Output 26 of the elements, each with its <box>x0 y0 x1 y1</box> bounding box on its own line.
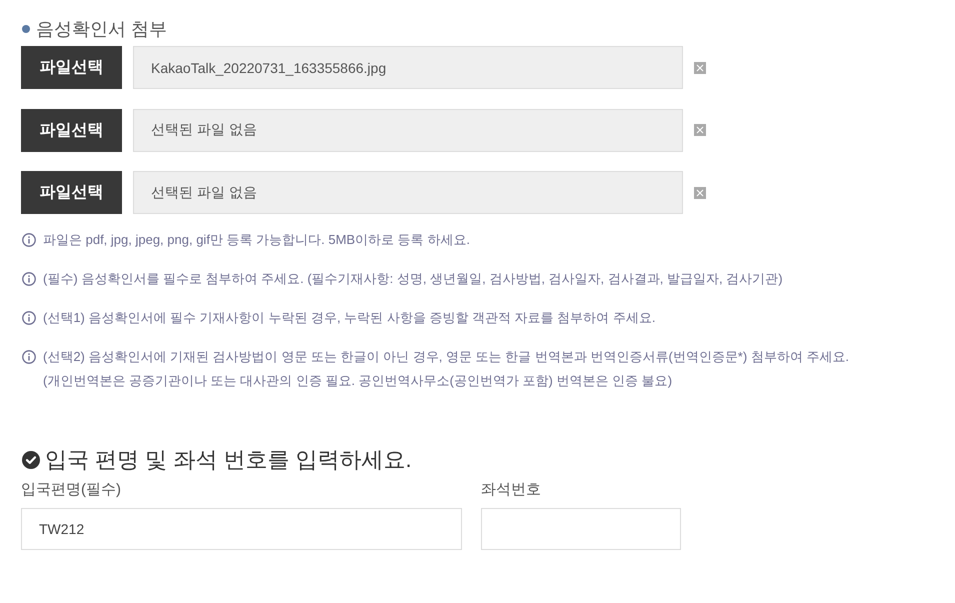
field-label: 좌석번호 <box>481 480 541 500</box>
section-title: 음성확인서 첨부 <box>36 18 168 40</box>
note-text: (선택1) 음성확인서에 필수 기재사항이 누락된 경우, 누락된 사항을 증빙할 객관적 자료를 첨부하여 주세요. <box>43 309 656 327</box>
info-icon <box>22 272 36 286</box>
info-icon <box>22 350 36 364</box>
file-name-field[interactable]: KakaoTalk_20220731_163355866.jpg <box>133 46 683 89</box>
close-icon[interactable] <box>694 186 706 198</box>
section-heading: 입국 편명 및 좌석 번호를 입력하세요. <box>45 446 412 474</box>
file-select-button[interactable]: 파일선택 <box>21 46 122 89</box>
note-text: (선택2) 음성확인서에 기재된 검사방법이 영문 또는 한글이 아닌 경우, 영문 또는 한글 번역본과 번역인증서류(번역인증문*) 첨부하여 주세요. <box>43 348 850 366</box>
info-icon <box>22 311 36 325</box>
note-text: 파일은 pdf, jpg, jpeg, png, gif만 등록 가능합니다. 5MB이하로 등록 하세요. <box>43 231 470 249</box>
input-field[interactable] <box>481 508 681 550</box>
input-field[interactable]: TW212 <box>21 508 462 550</box>
file-name-field[interactable]: 선택된 파일 없음 <box>133 171 683 214</box>
note-text: (필수) 음성확인서를 필수로 첨부하여 주세요. (필수기재사항: 성명, 생년월일, 검사방법, 검사일자, 검사결과, 발급일자, 검사기관) <box>43 270 783 288</box>
field-label: 입국편명(필수) <box>21 480 121 500</box>
check-circle-icon <box>22 451 40 469</box>
info-icon <box>22 233 36 247</box>
bullet-dot-icon <box>22 25 30 33</box>
close-icon[interactable] <box>694 124 706 136</box>
file-select-button[interactable]: 파일선택 <box>21 108 122 152</box>
file-name-field[interactable]: 선택된 파일 없음 <box>133 108 683 152</box>
file-select-button[interactable]: 파일선택 <box>21 171 122 214</box>
note-text: (개인번역본은 공증기관이나 또는 대사관의 인증 필요. 공인번역사무소(공인번역가 포함) 번역본은 인증 불요) <box>43 372 674 390</box>
close-icon[interactable] <box>694 62 706 74</box>
